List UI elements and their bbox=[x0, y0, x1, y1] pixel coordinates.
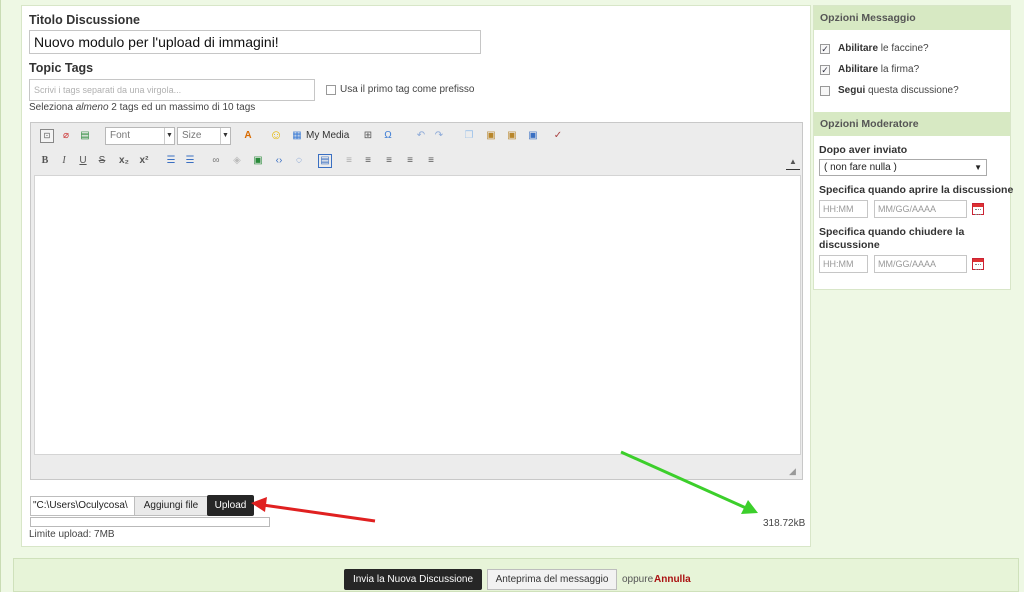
font-combo[interactable]: Font ▼ bbox=[105, 127, 175, 145]
table-icon[interactable]: ⊞ bbox=[361, 129, 375, 143]
size-combo[interactable]: Size ▼ bbox=[177, 127, 231, 145]
blockquote-icon[interactable]: ▤ bbox=[318, 154, 332, 168]
enable-smileys-label-rest: le faccine? bbox=[878, 43, 929, 54]
options-sidebar: Opzioni Messaggio ✓ Abilitare le faccine… bbox=[813, 5, 1014, 290]
tag-prefix-checkbox[interactable] bbox=[326, 85, 336, 95]
image-icon[interactable]: ▣ bbox=[251, 154, 265, 168]
title-label: Titolo Discussione bbox=[29, 13, 140, 27]
my-media-icon[interactable]: ▦ bbox=[290, 129, 304, 143]
list-indent-icon[interactable]: ≡ bbox=[424, 154, 438, 168]
submit-discussion-button[interactable]: Invia la Nuova Discussione bbox=[344, 569, 482, 590]
tags-hint-suffix: 2 tags ed un massimo di 10 tags bbox=[108, 102, 256, 113]
special-char-icon[interactable]: Ω bbox=[381, 129, 395, 143]
smiley-icon[interactable]: ☺ bbox=[269, 128, 283, 142]
editor-toolbar-bottom: B I U S x₂ x² ☰ ☰ ∞ ◈ ▣ ‹› ◌ ▤ ≡ ≡ ≡ ≡ ≡… bbox=[31, 151, 802, 173]
preview-message-button[interactable]: Anteprima del messaggio bbox=[487, 569, 617, 590]
editor-toolbar-top: ⊡ ⌀ ▤ Font ▼ Size ▼ A ☺ ▦ My Media ⊞ Ω ↶ ↷… bbox=[31, 123, 802, 149]
rich-text-editor: ⊡ ⌀ ▤ Font ▼ Size ▼ A ☺ ▦ My Media ⊞ Ω ↶ ↷… bbox=[30, 122, 803, 480]
enable-signature-label-bold: Abilitare bbox=[838, 64, 879, 75]
tags-label: Topic Tags bbox=[29, 61, 94, 75]
enable-signature-checkbox[interactable]: ✓ bbox=[820, 65, 830, 75]
file-path-text: "C:\Users\Oculycosa\ bbox=[33, 500, 128, 511]
strike-icon[interactable]: S bbox=[95, 154, 109, 168]
my-media-label[interactable]: My Media bbox=[306, 130, 349, 141]
close-date-input[interactable]: MM/GG/AAAA bbox=[874, 255, 967, 273]
tag-prefix-label: Usa il primo tag come prefisso bbox=[340, 84, 475, 95]
superscript-icon[interactable]: x² bbox=[137, 154, 151, 168]
follow-discussion-label-bold: Segui bbox=[838, 85, 866, 96]
chevron-down-icon: ▼ bbox=[164, 128, 174, 144]
template-icon[interactable]: ▤ bbox=[78, 129, 92, 143]
after-posting-label: Dopo aver inviato bbox=[819, 144, 908, 156]
close-time-input[interactable]: HH:MM bbox=[819, 255, 868, 273]
follow-discussion-checkbox[interactable] bbox=[820, 86, 830, 96]
or-text: oppure bbox=[622, 574, 654, 585]
form-actions-bar: Invia la Nuova Discussione Anteprima del… bbox=[13, 558, 1019, 592]
paste-word-icon[interactable]: ▣ bbox=[526, 129, 540, 143]
enable-signature-label-rest: la firma? bbox=[878, 64, 920, 75]
quote-icon[interactable]: ◌ bbox=[292, 154, 306, 168]
open-time-input[interactable]: HH:MM bbox=[819, 200, 868, 218]
calendar-icon[interactable] bbox=[972, 258, 984, 270]
moderator-options-header: Opzioni Moderatore bbox=[814, 112, 1010, 136]
enable-smileys-checkbox[interactable]: ✓ bbox=[820, 44, 830, 54]
size-combo-label: Size bbox=[182, 130, 202, 141]
align-center-icon[interactable]: ≡ bbox=[361, 154, 375, 168]
tags-input[interactable]: Scrivi i tags separati da una virgola... bbox=[29, 79, 315, 101]
follow-discussion-label: Segui questa discussione? bbox=[838, 85, 959, 96]
text-color-icon[interactable]: A bbox=[241, 129, 255, 143]
message-options-header: Opzioni Messaggio bbox=[814, 6, 1010, 30]
bold-icon[interactable]: B bbox=[38, 154, 52, 168]
browse-file-button[interactable]: Aggiungi file bbox=[134, 496, 208, 516]
open-discussion-label: Specifica quando aprire la discussione bbox=[819, 184, 1014, 196]
upload-limit-text: Limite upload: 7MB bbox=[29, 529, 115, 540]
calendar-icon[interactable] bbox=[972, 203, 984, 215]
enable-smileys-label-bold: Abilitare bbox=[838, 43, 879, 54]
underline-icon[interactable]: U bbox=[76, 154, 90, 168]
title-input[interactable]: Nuovo modulo per l'upload di immagini! bbox=[29, 30, 481, 54]
tags-hint-prefix: Seleziona bbox=[29, 102, 76, 113]
after-posting-select[interactable]: ( non fare nulla ) ▼ bbox=[819, 159, 987, 176]
ordered-list-icon[interactable]: ☰ bbox=[164, 154, 178, 168]
tags-hint-emphasis: almeno bbox=[75, 102, 109, 113]
copy-icon[interactable]: ❐ bbox=[462, 129, 476, 143]
source-icon[interactable]: ⊡ bbox=[40, 129, 54, 143]
editor-content-area[interactable] bbox=[34, 175, 801, 455]
after-posting-value: ( non fare nulla ) bbox=[824, 162, 897, 173]
unordered-list-icon[interactable]: ☰ bbox=[183, 154, 197, 168]
eraser-icon[interactable]: ⌀ bbox=[59, 129, 73, 143]
align-right-icon[interactable]: ≡ bbox=[382, 154, 396, 168]
redo-icon[interactable]: ↷ bbox=[432, 129, 446, 143]
link-icon[interactable]: ∞ bbox=[209, 154, 223, 168]
upload-button[interactable]: Upload bbox=[207, 495, 254, 516]
undo-icon[interactable]: ↶ bbox=[414, 129, 428, 143]
paste-text-icon[interactable]: ▣ bbox=[505, 129, 519, 143]
chevron-down-icon: ▼ bbox=[220, 128, 230, 144]
collapse-icon[interactable]: ▲ bbox=[786, 156, 800, 170]
page-frame: Titolo Discussione Nuovo modulo per l'up… bbox=[0, 0, 1024, 592]
close-discussion-label-cont: discussione bbox=[819, 239, 880, 251]
spellcheck-icon[interactable]: ✓ bbox=[551, 129, 565, 143]
tags-hint: Seleziona almeno 2 tags ed un massimo di… bbox=[29, 102, 255, 113]
font-combo-label: Font bbox=[110, 130, 131, 141]
new-discussion-form: Titolo Discussione Nuovo modulo per l'up… bbox=[21, 5, 811, 547]
align-left-icon[interactable]: ≡ bbox=[342, 154, 356, 168]
enable-smileys-label: Abilitare le faccine? bbox=[838, 43, 929, 54]
close-discussion-label: Specifica quando chiudere la bbox=[819, 226, 965, 238]
code-icon[interactable]: ‹› bbox=[272, 154, 286, 168]
upload-progress-bar bbox=[30, 517, 270, 527]
justify-icon[interactable]: ≡ bbox=[403, 154, 417, 168]
chevron-down-icon: ▼ bbox=[974, 163, 982, 172]
open-date-input[interactable]: MM/GG/AAAA bbox=[874, 200, 967, 218]
resize-grip-icon[interactable]: ◢ bbox=[789, 466, 799, 476]
enable-signature-label: Abilitare la firma? bbox=[838, 64, 919, 75]
italic-icon[interactable]: I bbox=[57, 154, 71, 168]
cancel-link[interactable]: Annulla bbox=[654, 574, 691, 585]
file-size-text: 318.72kB bbox=[763, 518, 806, 529]
unlink-icon[interactable]: ◈ bbox=[230, 154, 244, 168]
subscript-icon[interactable]: x₂ bbox=[117, 154, 131, 168]
paste-icon[interactable]: ▣ bbox=[484, 129, 498, 143]
follow-discussion-label-rest: questa discussione? bbox=[865, 85, 959, 96]
